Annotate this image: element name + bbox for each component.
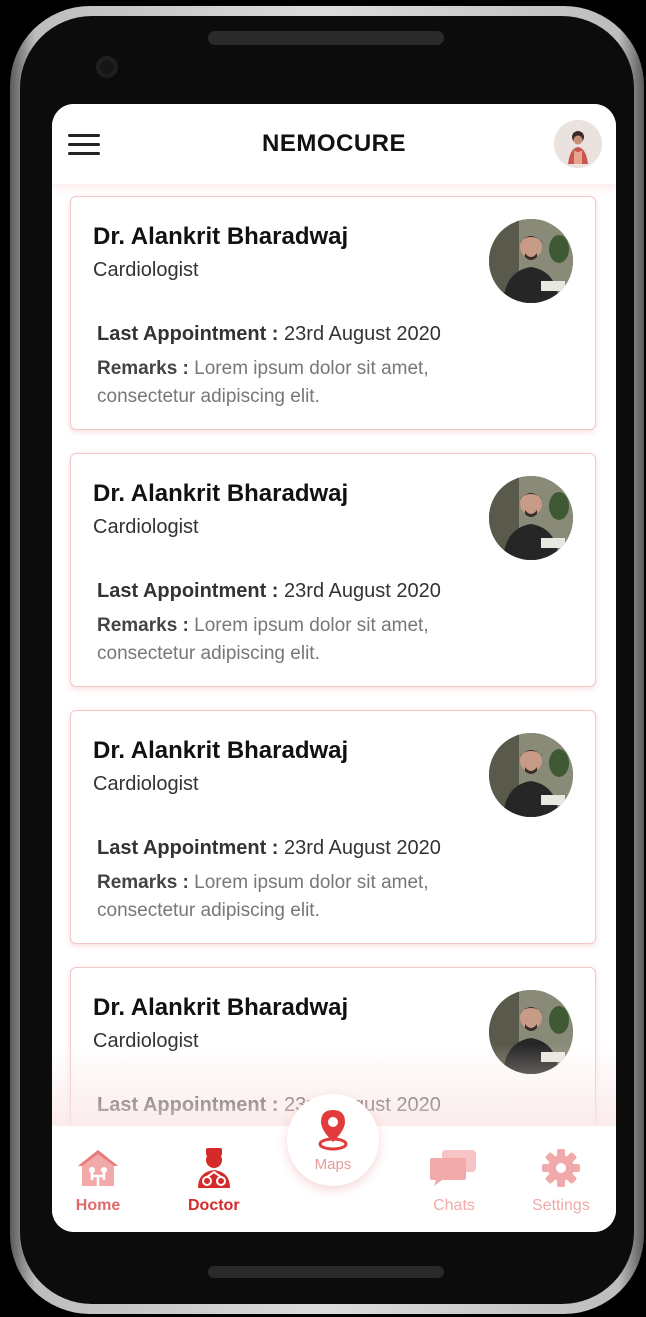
remarks-label: Remarks : [97, 358, 189, 379]
doctor-card[interactable]: Dr. Alankrit Bharadwaj Cardiologist Last… [70, 453, 596, 687]
nav-home[interactable]: Home [74, 1148, 122, 1215]
bottom-speaker [208, 1266, 444, 1278]
remarks: Remarks : Lorem ipsum dolor sit amet, co… [97, 869, 517, 925]
nav-home-label: Home [75, 1197, 121, 1214]
profile-avatar[interactable] [554, 120, 602, 168]
doctor-name: Dr. Alankrit Bharadwaj [93, 994, 349, 1021]
last-appointment-label: Last Appointment : [97, 837, 279, 859]
map-pin-icon [318, 1110, 348, 1151]
doctor-list: Dr. Alankrit Bharadwaj Cardiologist Last… [52, 184, 616, 1132]
nav-settings-label: Settings [532, 1197, 590, 1214]
remarks-label: Remarks : [97, 872, 189, 893]
last-appointment: Last Appointment : 23rd August 2020 [97, 580, 441, 603]
nav-chats-label: Chats [433, 1197, 475, 1214]
nav-doctor-label: Doctor [188, 1197, 240, 1214]
last-appointment-label: Last Appointment : [97, 580, 279, 602]
nav-doctor[interactable]: Doctor [188, 1148, 240, 1215]
doctor-name: Dr. Alankrit Bharadwaj [93, 223, 349, 250]
front-camera [96, 56, 118, 78]
home-icon [78, 1150, 118, 1186]
last-appointment-value: 23rd August 2020 [284, 580, 441, 602]
earpiece-speaker [208, 31, 444, 45]
app-screen: NEMOCURE Dr. Alankrit Bharadwaj Cardiolo… [52, 104, 616, 1232]
last-appointment-value: 23rd August 2020 [284, 323, 441, 345]
doctor-photo [489, 476, 573, 560]
last-appointment: Last Appointment : 23rd August 2020 [97, 323, 441, 346]
nav-settings[interactable]: Settings [532, 1148, 590, 1215]
doctor-name: Dr. Alankrit Bharadwaj [93, 480, 349, 507]
doctor-card[interactable]: Dr. Alankrit Bharadwaj Cardiologist Last… [70, 710, 596, 944]
app-bar: NEMOCURE [52, 104, 616, 184]
gear-icon [541, 1149, 580, 1187]
last-appointment-value: 23rd August 2020 [284, 837, 441, 859]
app-title: NEMOCURE [261, 130, 406, 157]
nav-maps-label: Maps [314, 1156, 352, 1173]
remarks: Remarks : Lorem ipsum dolor sit amet, co… [97, 612, 517, 668]
doctor-card[interactable]: Dr. Alankrit Bharadwaj Cardiologist Last… [70, 196, 596, 430]
nav-maps[interactable]: Maps [287, 1094, 379, 1186]
remarks: Remarks : Lorem ipsum dolor sit amet, co… [97, 355, 517, 411]
remarks-label: Remarks : [97, 615, 189, 636]
doctor-photo [489, 733, 573, 817]
doctor-icon [197, 1148, 230, 1188]
doctor-specialty: Cardiologist [93, 259, 199, 281]
doctor-name: Dr. Alankrit Bharadwaj [93, 737, 349, 764]
chat-icon [430, 1150, 476, 1186]
doctor-specialty: Cardiologist [93, 516, 199, 538]
last-appointment-label: Last Appointment : [97, 323, 279, 345]
last-appointment: Last Appointment : 23rd August 2020 [97, 837, 441, 860]
doctor-photo [489, 219, 573, 303]
doctor-specialty: Cardiologist [93, 773, 199, 795]
nav-chats[interactable]: Chats [428, 1148, 480, 1215]
